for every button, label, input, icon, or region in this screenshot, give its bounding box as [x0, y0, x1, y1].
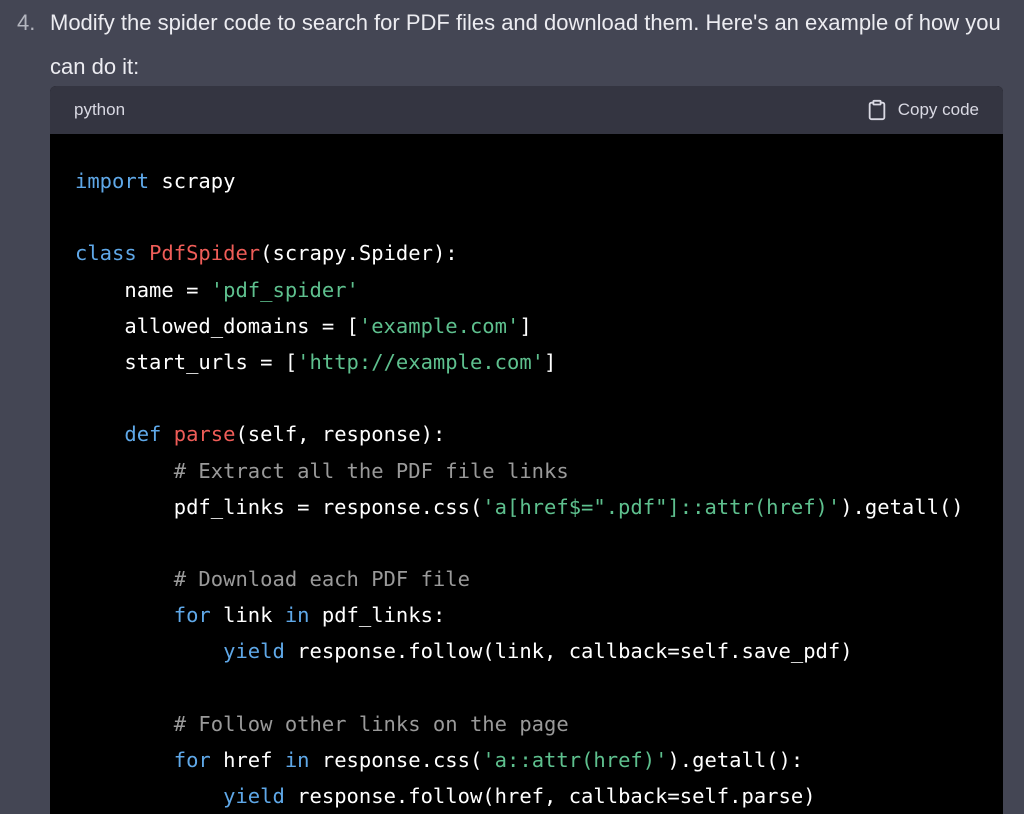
- code-token: # Download each PDF file: [75, 567, 470, 592]
- code-token: def: [124, 422, 162, 447]
- code-token: yield: [223, 784, 285, 809]
- code-token: parse: [173, 422, 236, 447]
- code-token: response.follow(link, callback=self.save…: [284, 639, 853, 664]
- code-token: for: [173, 748, 211, 772]
- code-token: for: [173, 603, 211, 628]
- code-line: name = 'pdf_spider': [75, 272, 1003, 308]
- code-line: for href in response.css('a::attr(href)'…: [75, 742, 1003, 778]
- code-token: 'pdf_spider': [210, 277, 359, 302]
- code-token: href: [210, 748, 285, 772]
- code-token: scrapy: [149, 169, 236, 193]
- chat-message: 4. Modify the spider code to search for …: [0, 0, 1024, 814]
- code-token: pdf_links:: [309, 603, 446, 628]
- copy-code-button[interactable]: Copy code: [866, 99, 979, 121]
- code-token: class: [75, 241, 137, 266]
- code-token: ]: [544, 349, 557, 374]
- code-token: (scrapy.Spider):: [260, 241, 458, 266]
- code-line: for link in pdf_links:: [75, 597, 1003, 633]
- code-token: response.css(: [309, 748, 483, 772]
- code-block-header: python Copy code: [50, 86, 1003, 134]
- code-line: # Follow other links on the page: [75, 706, 1003, 742]
- code-line: pdf_links = response.css('a[href$=".pdf"…: [75, 489, 1003, 525]
- code-token: ).getall(): [840, 494, 964, 519]
- list-number: 4.: [17, 10, 36, 35]
- code-token: name =: [75, 277, 211, 302]
- code-token: start_urls = [: [75, 349, 298, 374]
- code-token: in: [284, 603, 310, 628]
- code-token: (self, response):: [235, 422, 446, 447]
- code-token: allowed_domains = [: [75, 313, 359, 338]
- code-token: import: [75, 169, 150, 193]
- code-block: python Copy code import scrapy class Pdf…: [50, 86, 1003, 814]
- code-token: ]: [519, 313, 532, 338]
- code-line: class PdfSpider(scrapy.Spider):: [75, 235, 1003, 271]
- code-line: start_urls = ['http://example.com']: [75, 344, 1003, 380]
- step-description: Modify the spider code to search for PDF…: [50, 10, 1001, 79]
- code-line: yield response.follow(href, callback=sel…: [75, 778, 1003, 814]
- code-line: allowed_domains = ['example.com']: [75, 308, 1003, 344]
- code-line: # Download each PDF file: [75, 561, 1003, 597]
- code-token: # Follow other links on the page: [75, 711, 569, 736]
- code-token: # Extract all the PDF file links: [75, 458, 569, 483]
- code-line: def parse(self, response):: [75, 416, 1003, 452]
- code-token: PdfSpider: [149, 241, 261, 266]
- clipboard-icon: [868, 99, 885, 121]
- code-token: pdf_links = response.css(: [75, 494, 483, 519]
- code-token: in: [284, 748, 310, 772]
- code-token: 'a::attr(href)': [482, 748, 668, 772]
- code-token: ).getall():: [667, 748, 804, 772]
- code-line: # Extract all the PDF file links: [75, 453, 1003, 489]
- code-content[interactable]: import scrapy class PdfSpider(scrapy.Spi…: [50, 134, 1003, 814]
- code-token: yield: [223, 639, 285, 664]
- code-token: 'http://example.com': [297, 349, 545, 374]
- code-token: 'a[href$=".pdf"]::attr(href)': [482, 494, 841, 519]
- code-line: import scrapy: [75, 163, 1003, 199]
- code-token: response.follow(href, callback=self.pars…: [284, 784, 816, 809]
- code-line: yield response.follow(link, callback=sel…: [75, 633, 1003, 669]
- code-language-label: python: [74, 100, 126, 119]
- code-token: link: [210, 603, 285, 628]
- code-token: 'example.com': [358, 313, 520, 338]
- copy-code-label: Copy code: [897, 100, 979, 119]
